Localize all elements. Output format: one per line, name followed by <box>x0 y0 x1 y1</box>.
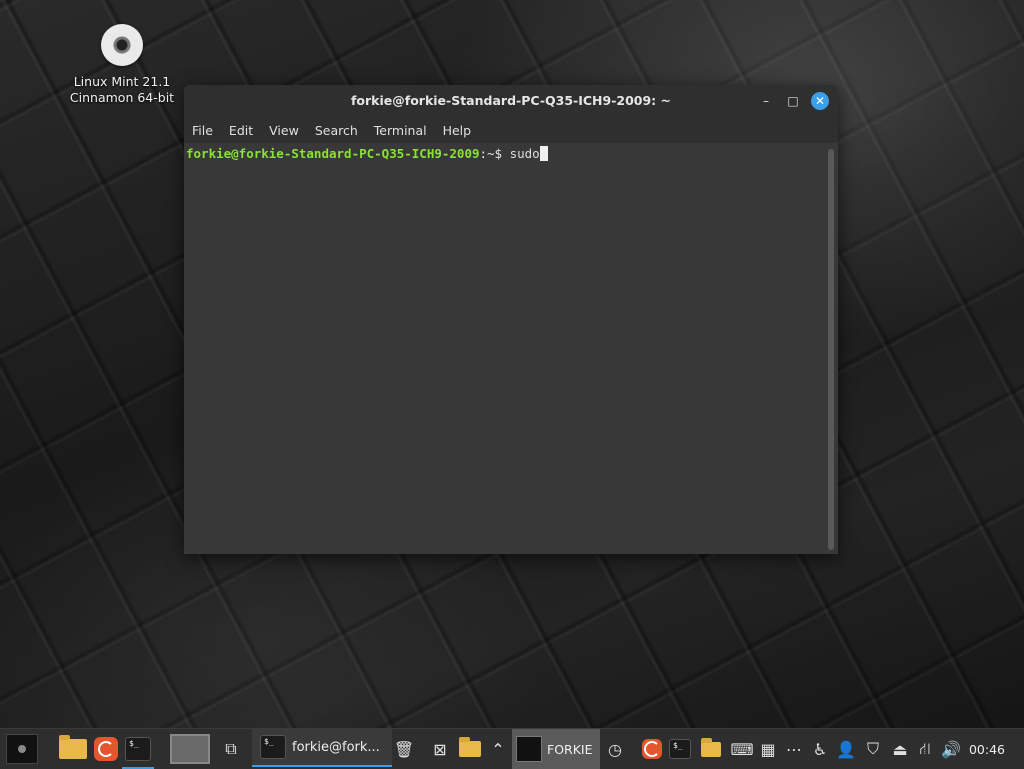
terminal-output-area[interactable]: forkie@forkie-Standard-PC-Q35-ICH9-2009:… <box>184 143 826 554</box>
taskbar: $_ ⧉ $_ forkie@fork... 🗑 ⊠ ⌃ FORKIE ◷ $_… <box>0 728 1024 769</box>
tray-clock-applet[interactable]: ◷ <box>602 729 628 769</box>
terminal-scrollbar[interactable] <box>828 149 834 550</box>
tray-folder[interactable] <box>698 729 724 769</box>
terminal-icon: $_ <box>260 735 286 759</box>
launcher-firefox[interactable] <box>90 729 122 769</box>
folder-icon <box>701 737 721 757</box>
menu-bar: File Edit View Search Terminal Help <box>184 117 838 143</box>
desktop-icon-linux-mint-disc[interactable]: Linux Mint 21.1 Cinnamon 64-bit <box>62 24 182 106</box>
window-close-icon: ⊠ <box>433 739 447 759</box>
tray-terminal[interactable]: $_ <box>666 729 694 769</box>
menu-help[interactable]: Help <box>443 123 472 138</box>
keyboard-applet[interactable]: ⌨ <box>730 729 754 769</box>
user-icon: 👤 <box>836 739 856 759</box>
user-applet[interactable]: 👤 <box>834 729 858 769</box>
more-icon: ⋯ <box>786 739 802 759</box>
text-cursor <box>539 146 548 161</box>
workspace-thumbnail <box>170 734 210 764</box>
menu-icon <box>6 734 38 764</box>
prompt-line: forkie@forkie-Standard-PC-Q35-ICH9-2009:… <box>184 143 826 164</box>
minimize-button[interactable]: – <box>758 93 774 109</box>
taskbar-item-terminal[interactable]: $_ forkie@fork... <box>252 729 392 767</box>
tray-files[interactable] <box>456 729 484 769</box>
prompt-user-host: forkie@forkie-Standard-PC-Q35-ICH9-2009 <box>186 146 480 161</box>
firefox-icon <box>642 739 662 759</box>
accessibility-icon: ♿ <box>812 739 828 759</box>
desktop-icon-label-line2: Cinnamon 64-bit <box>69 90 175 105</box>
show-windows-button[interactable]: ⧉ <box>216 729 246 769</box>
more-applets-button[interactable]: ⋯ <box>782 729 806 769</box>
volume-icon: 🔊 <box>941 739 961 759</box>
screen-keyboard-applet[interactable]: ▦ <box>756 729 780 769</box>
onscreen-keyboard-icon: ▦ <box>760 739 776 759</box>
window-titlebar[interactable]: forkie@forkie-Standard-PC-Q35-ICH9-2009:… <box>184 85 838 117</box>
menu-file[interactable]: File <box>192 123 213 138</box>
network-applet[interactable]: ⛙ <box>912 729 938 769</box>
clock-icon: ◷ <box>608 739 622 759</box>
disc-icon <box>101 24 143 66</box>
workspace-label: FORKIE <box>547 741 593 757</box>
prompt-symbol: :~$ <box>479 146 510 161</box>
tray-firefox[interactable] <box>638 729 666 769</box>
clock-applet[interactable]: 00:46 <box>964 729 1010 769</box>
workspace-forkie[interactable]: FORKIE <box>512 729 600 769</box>
start-menu-button[interactable] <box>0 729 44 769</box>
menu-view[interactable]: View <box>269 123 299 138</box>
window-title: forkie@forkie-Standard-PC-Q35-ICH9-2009:… <box>350 93 672 108</box>
trash-button[interactable]: 🗑 <box>392 729 416 769</box>
accessibility-applet[interactable]: ♿ <box>808 729 832 769</box>
folder-icon <box>59 735 87 759</box>
sound-applet[interactable]: 🔊 <box>938 729 964 769</box>
windows-overview-icon: ⧉ <box>225 739 237 758</box>
folder-icon <box>459 737 481 757</box>
terminal-icon: $_ <box>669 739 691 759</box>
tray-expand-button[interactable]: ⌃ <box>486 729 510 769</box>
close-button[interactable]: ✕ <box>811 92 829 110</box>
desktop-icon-label-line1: Linux Mint 21.1 <box>73 74 171 89</box>
tray-window-icon[interactable]: ⊠ <box>428 729 452 769</box>
keyboard-icon: ⌨ <box>730 739 754 759</box>
clock-time: 00:46 <box>968 741 1006 757</box>
desktop-background: Linux Mint 21.1 Cinnamon 64-bit forkie@f… <box>0 0 1024 728</box>
taskbar-item-label: forkie@fork... <box>292 739 380 755</box>
eject-icon: ⏏ <box>892 739 908 759</box>
maximize-button[interactable]: □ <box>785 93 801 109</box>
firefox-icon <box>94 737 118 761</box>
menu-terminal[interactable]: Terminal <box>374 123 427 138</box>
chevron-up-icon: ⌃ <box>491 739 505 759</box>
network-icon: ⛙ <box>919 738 931 758</box>
launcher-terminal[interactable]: $_ <box>122 729 154 769</box>
workspace-preview-thumb <box>516 736 542 762</box>
terminal-icon: $_ <box>125 737 151 761</box>
trash-icon: 🗑 <box>393 739 415 759</box>
terminal-window[interactable]: forkie@forkie-Standard-PC-Q35-ICH9-2009:… <box>184 85 838 554</box>
shield-icon: ⛉ <box>866 739 879 758</box>
removable-drives-applet[interactable]: ⏏ <box>888 729 912 769</box>
workspace-switcher[interactable] <box>166 729 214 769</box>
menu-search[interactable]: Search <box>315 123 358 138</box>
update-manager-applet[interactable]: ⛉ <box>860 729 886 769</box>
typed-command: sudo <box>509 146 540 161</box>
launcher-files[interactable] <box>56 729 90 769</box>
menu-edit[interactable]: Edit <box>229 123 253 138</box>
